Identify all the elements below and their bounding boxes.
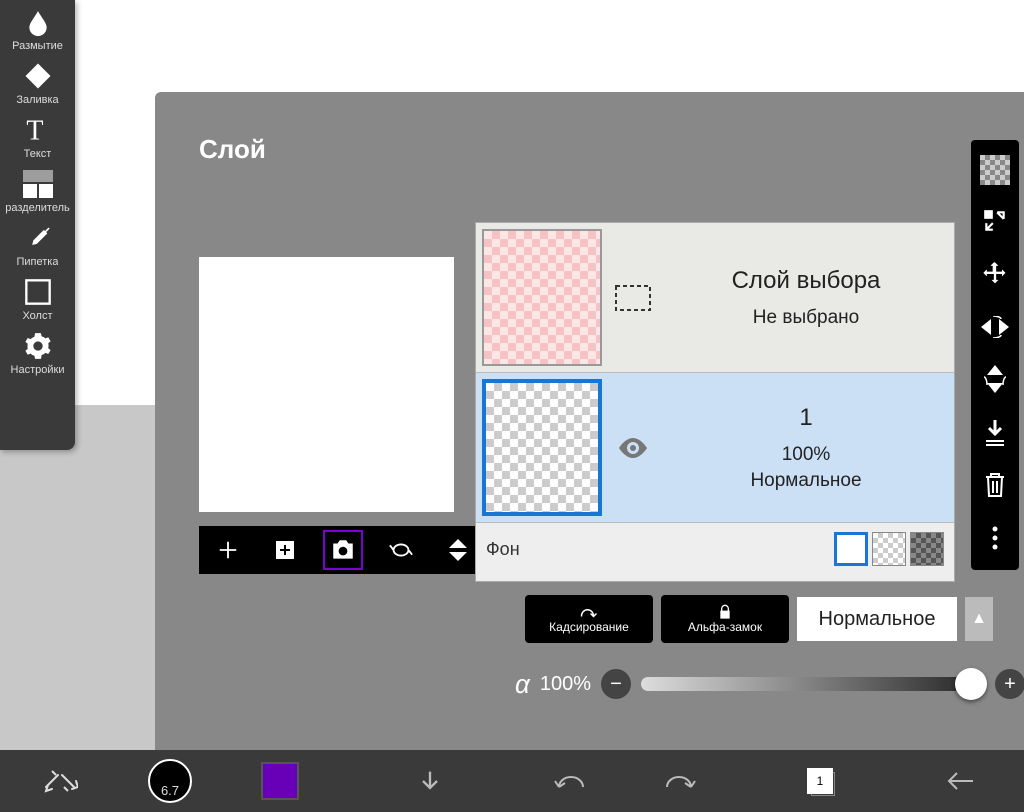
tool-label: разделитель — [5, 202, 69, 214]
bottom-bar: 6.7 1 — [0, 750, 1024, 812]
layer-bottom-controls: Кадсирование Альфа-замок Нормальное ▲ — [525, 594, 1024, 644]
tool-eyedropper[interactable]: Пипетка — [0, 218, 75, 272]
download-icon[interactable] — [400, 759, 460, 803]
tool-label: Текст — [24, 148, 52, 160]
color-swatch[interactable] — [250, 759, 310, 803]
preview-action-bar — [199, 526, 487, 574]
layer-status: Не выбрано — [753, 307, 859, 329]
tool-text[interactable]: T Текст — [0, 110, 75, 164]
new-image-button[interactable] — [265, 530, 305, 570]
tool-settings[interactable]: Настройки — [0, 326, 75, 380]
back-button[interactable] — [930, 759, 990, 803]
text-icon: T — [22, 114, 54, 146]
tool-canvas[interactable]: Холст — [0, 272, 75, 326]
add-button[interactable] — [208, 530, 248, 570]
alpha-symbol: α — [515, 669, 530, 700]
left-toolbar: Размытие Заливка T Текст разделитель Пип… — [0, 0, 75, 450]
tool-label: Настройки — [11, 364, 65, 376]
layer-name: 1 — [799, 404, 812, 432]
eyedropper-icon — [22, 222, 54, 254]
merge-down-icon[interactable] — [978, 415, 1012, 449]
brush-swap-icon[interactable] — [30, 759, 90, 803]
panel-title: Слой — [155, 92, 1024, 165]
transform-icon[interactable] — [978, 204, 1012, 238]
move-icon[interactable] — [978, 257, 1012, 291]
blur-icon — [22, 6, 54, 38]
bg-swatches — [834, 532, 944, 566]
bg-white[interactable] — [834, 532, 868, 566]
layers-button[interactable]: 1 — [790, 759, 850, 803]
redo-button[interactable] — [650, 759, 710, 803]
right-toolbar — [971, 140, 1019, 570]
layer-thumb — [482, 379, 602, 516]
mirror-h-icon[interactable] — [978, 310, 1012, 344]
visibility-icon[interactable] — [608, 373, 658, 522]
camera-button[interactable] — [323, 530, 363, 570]
layer-info: Слой выбора Не выбрано — [658, 223, 954, 372]
undo-button[interactable] — [540, 759, 600, 803]
rotate-button[interactable] — [381, 530, 421, 570]
alpha-lock-button[interactable]: Альфа-замок — [661, 595, 789, 643]
layer-footer: Фон — [476, 523, 954, 575]
brush-size-indicator[interactable]: 6.7 — [140, 759, 200, 803]
bucket-icon — [22, 60, 54, 92]
blend-mode-label: Нормальное — [819, 608, 936, 631]
layer-selection-row[interactable]: Слой выбора Не выбрано — [476, 223, 954, 373]
layer-count: 1 — [807, 768, 833, 794]
tool-bucket[interactable]: Заливка — [0, 56, 75, 110]
layer-opacity: 100% — [782, 444, 831, 466]
mirror-v-icon[interactable] — [978, 362, 1012, 396]
layer-info: 1 100% Нормальное — [658, 373, 954, 522]
increase-button[interactable]: + — [995, 669, 1024, 699]
decrease-button[interactable]: − — [601, 669, 631, 699]
opacity-value: 100% — [540, 673, 591, 696]
alpha-lock-label: Альфа-замок — [688, 620, 762, 634]
opacity-slider[interactable] — [641, 677, 985, 691]
layer-thumb — [482, 229, 602, 366]
opacity-slider-row: α 100% − + — [515, 664, 1024, 704]
tool-blur[interactable]: Размытие — [0, 2, 75, 56]
layer-panel: Слой Слой выбора Не выбрано 1 — [155, 92, 1024, 752]
cropping-label: Кадсирование — [549, 620, 629, 634]
bg-checker[interactable] — [872, 532, 906, 566]
divider-icon — [22, 168, 54, 200]
brush-size-value: 6.7 — [148, 759, 192, 803]
layer-blend: Нормальное — [750, 470, 861, 492]
tool-label: Заливка — [16, 94, 58, 106]
background-label: Фон — [486, 539, 520, 560]
checker-icon[interactable] — [980, 155, 1010, 185]
layers-list: Слой выбора Не выбрано 1 100% Нормальное… — [475, 222, 955, 582]
more-icon[interactable] — [978, 521, 1012, 555]
cropping-button[interactable]: Кадсирование — [525, 595, 653, 643]
layer-active-row[interactable]: 1 100% Нормальное — [476, 373, 954, 523]
blend-mode-select[interactable]: Нормальное — [797, 597, 957, 641]
svg-text:T: T — [26, 116, 43, 144]
tool-label: Холст — [22, 310, 52, 322]
selection-marquee-icon — [608, 223, 658, 372]
tool-label: Размытие — [12, 40, 63, 52]
bg-dark[interactable] — [910, 532, 944, 566]
canvas-icon — [22, 276, 54, 308]
layer-title: Слой выбора — [732, 267, 881, 295]
gear-icon — [22, 330, 54, 362]
canvas-preview[interactable] — [199, 257, 454, 512]
tool-label: Пипетка — [17, 256, 59, 268]
flip-button[interactable] — [438, 530, 478, 570]
tool-divider[interactable]: разделитель — [0, 164, 75, 218]
slider-thumb[interactable] — [955, 668, 987, 700]
trash-icon[interactable] — [978, 468, 1012, 502]
blend-expand-button[interactable]: ▲ — [965, 597, 993, 641]
